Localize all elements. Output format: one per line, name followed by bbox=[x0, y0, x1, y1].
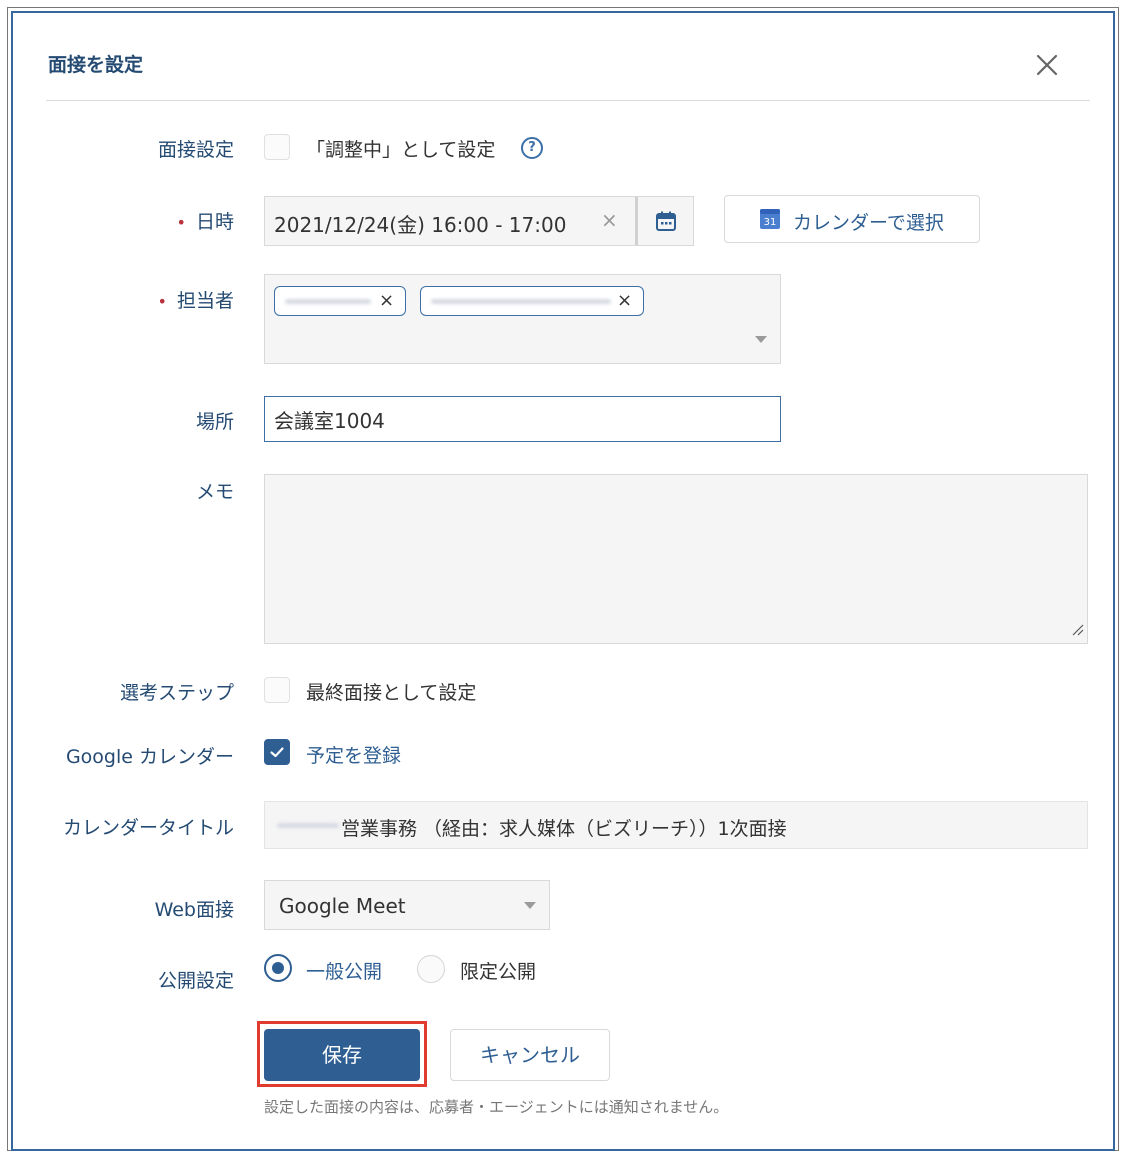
datetime-picker[interactable]: 2021/12/24(金) 16:00 - 17:00 × bbox=[264, 196, 694, 246]
label-calendar-title: カレンダータイトル bbox=[62, 817, 234, 839]
label-datetime: • 日時 bbox=[177, 207, 234, 234]
close-icon[interactable] bbox=[1030, 48, 1064, 82]
label-assignee: • 担当者 bbox=[158, 286, 234, 313]
register-event-label: 予定を登録 bbox=[306, 745, 402, 767]
google-calendar-icon-text: 31 bbox=[764, 217, 777, 228]
header-divider bbox=[46, 100, 1090, 101]
register-event-checkbox[interactable] bbox=[264, 739, 290, 765]
assignee-select[interactable]: × × bbox=[264, 274, 781, 364]
help-icon[interactable]: ? bbox=[521, 137, 543, 159]
label-web-interview: Web面接 bbox=[154, 899, 234, 921]
checkmark-icon bbox=[270, 747, 284, 758]
label-interview-setting: 面接設定 bbox=[157, 139, 234, 161]
dialog-title: 面接を設定 bbox=[48, 54, 144, 76]
calendar-icon[interactable] bbox=[655, 210, 677, 236]
assignee-redacted bbox=[431, 299, 611, 304]
radio-limited[interactable] bbox=[417, 955, 445, 983]
remove-tag-icon[interactable]: × bbox=[617, 290, 632, 311]
assignee-tag: × bbox=[420, 286, 644, 316]
label-location: 場所 bbox=[195, 411, 234, 433]
radio-public-label: 一般公開 bbox=[306, 961, 383, 983]
adjusting-checkbox[interactable] bbox=[264, 134, 290, 160]
remove-tag-icon[interactable]: × bbox=[379, 290, 394, 311]
datetime-value: 2021/12/24(金) 16:00 - 17:00 bbox=[274, 213, 567, 237]
final-interview-checkbox[interactable] bbox=[264, 677, 290, 703]
web-interview-select[interactable]: Google Meet bbox=[264, 880, 550, 930]
label-datetime-text: 日時 bbox=[195, 211, 234, 233]
final-interview-label: 最終面接として設定 bbox=[306, 682, 477, 704]
adjusting-checkbox-label: 「調整中」として設定 bbox=[306, 139, 496, 161]
radio-public[interactable] bbox=[264, 954, 292, 982]
calendar-select-label: カレンダーで選択 bbox=[793, 212, 944, 234]
notification-note: 設定した面接の内容は、応募者・エージェントには通知されません。 bbox=[264, 1098, 729, 1116]
assignee-redacted bbox=[285, 299, 371, 304]
clear-datetime-icon[interactable]: × bbox=[601, 208, 618, 232]
cancel-button[interactable]: キャンセル bbox=[450, 1029, 610, 1081]
save-button[interactable]: 保存 bbox=[264, 1029, 420, 1081]
assignee-tag: × bbox=[274, 286, 406, 316]
label-google-calendar: Google カレンダー bbox=[65, 746, 234, 768]
required-mark: • bbox=[176, 213, 186, 232]
google-calendar-icon: 31 bbox=[759, 208, 781, 234]
datetime-separator bbox=[635, 197, 638, 245]
required-mark: • bbox=[157, 292, 167, 311]
label-assignee-text: 担当者 bbox=[176, 290, 234, 312]
chevron-down-icon bbox=[524, 902, 536, 909]
calendar-select-button[interactable]: 31 カレンダーで選択 bbox=[724, 195, 980, 243]
chevron-down-icon bbox=[755, 336, 767, 343]
calendar-title-value: 営業事務 （経由：求人媒体（ビズリーチ））1次面接 bbox=[341, 818, 787, 840]
company-redacted bbox=[277, 823, 339, 828]
calendar-title-field: 営業事務 （経由：求人媒体（ビズリーチ））1次面接 bbox=[264, 801, 1088, 849]
resize-handle-icon[interactable] bbox=[1070, 621, 1084, 640]
location-input[interactable] bbox=[264, 396, 781, 442]
label-selection-step: 選考ステップ bbox=[119, 682, 234, 704]
label-memo: メモ bbox=[195, 481, 234, 503]
memo-textarea[interactable] bbox=[264, 474, 1088, 644]
radio-limited-label: 限定公開 bbox=[460, 961, 537, 983]
label-visibility: 公開設定 bbox=[157, 970, 234, 992]
web-interview-value: Google Meet bbox=[279, 894, 406, 918]
